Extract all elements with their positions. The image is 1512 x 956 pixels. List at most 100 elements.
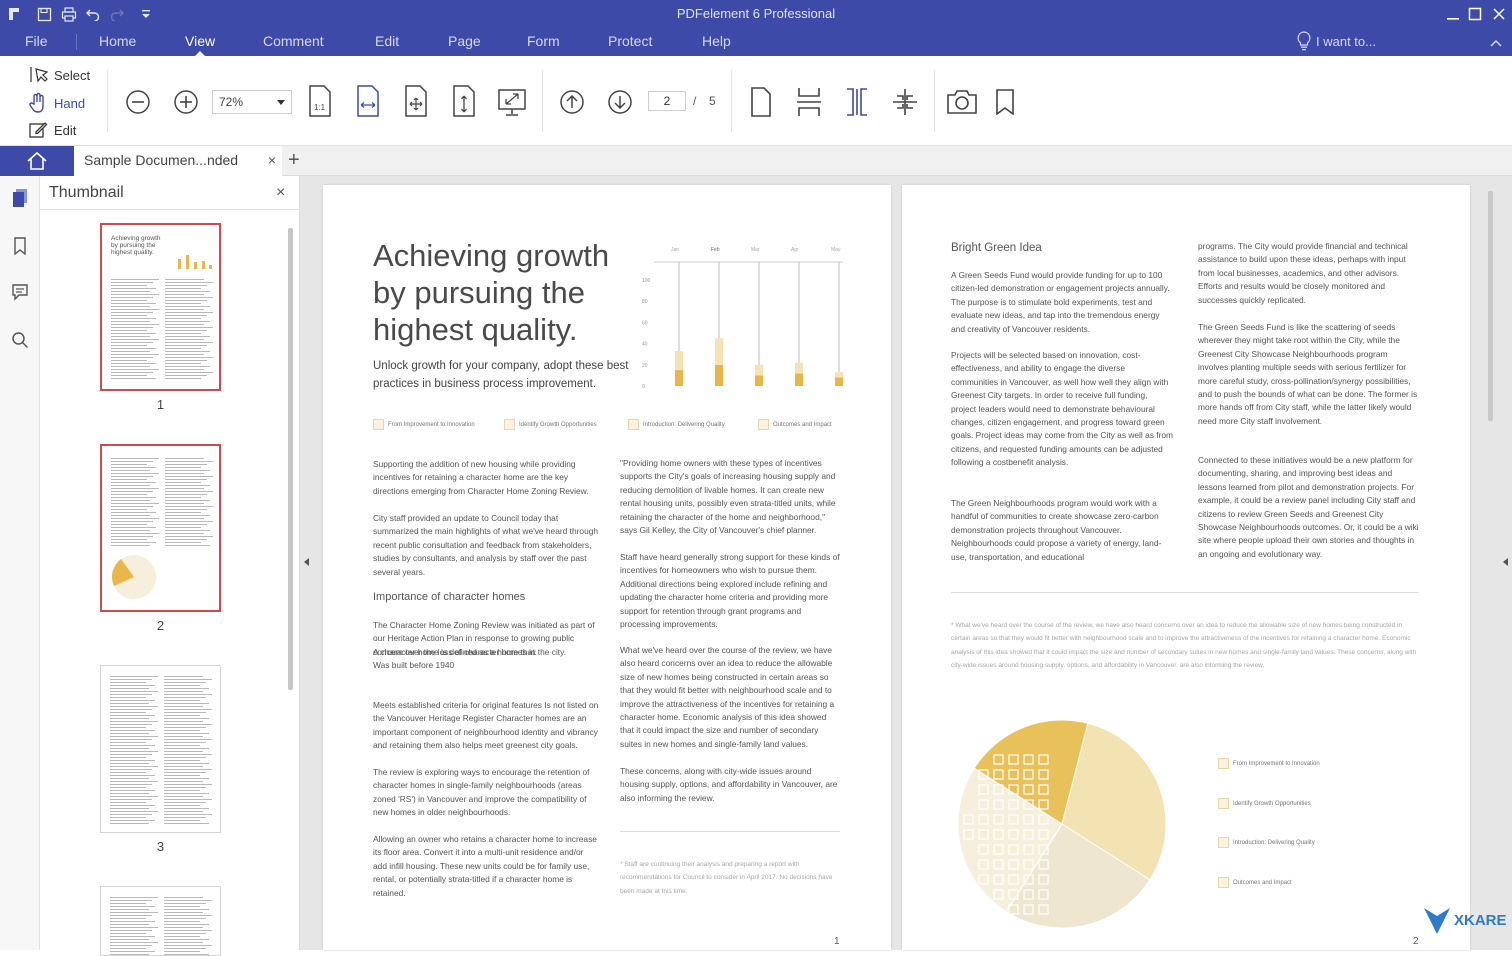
zoom-value: 72% <box>219 95 244 109</box>
thumbnail-text-line <box>164 781 203 782</box>
menu-edit[interactable]: Edit <box>375 33 399 49</box>
full-screen-icon[interactable] <box>496 86 528 118</box>
document-scrollbar[interactable] <box>1488 191 1493 421</box>
thumbnail-text-line <box>165 509 207 510</box>
page-thumbnail-3[interactable] <box>100 665 221 833</box>
menu-file[interactable]: File <box>25 33 48 49</box>
split-view-icon[interactable] <box>890 86 920 118</box>
comments-panel-icon[interactable] <box>10 282 30 302</box>
thumbnail-text-line <box>111 339 159 340</box>
thumbnail-text-line <box>111 494 147 495</box>
thumbnail-text-line <box>110 679 152 680</box>
maximize-icon[interactable] <box>1464 4 1486 24</box>
legend-marker-icon <box>1218 798 1229 809</box>
thumbnail-text-line <box>165 512 201 513</box>
thumbnail-text-line <box>111 285 147 286</box>
menu-help[interactable]: Help <box>702 33 731 49</box>
thumbnail-text-line <box>110 954 149 955</box>
thumbnail-text-line <box>110 820 155 821</box>
thumbnail-text-line <box>110 697 146 698</box>
i-want-to-search[interactable]: I want to... <box>1296 31 1376 51</box>
thumbnail-text-line <box>164 903 206 904</box>
close-window-icon[interactable] <box>1488 4 1510 24</box>
snapshot-icon[interactable] <box>945 88 979 116</box>
menu-comment[interactable]: Comment <box>263 33 324 49</box>
thumbnail-text-line <box>164 802 206 803</box>
minimize-icon[interactable] <box>1442 4 1464 24</box>
thumbnail-text-line <box>164 691 203 692</box>
thumbnail-text-line <box>164 915 212 916</box>
thumbnail-text-line <box>110 727 146 728</box>
next-page-icon[interactable] <box>606 88 634 116</box>
hand-tool[interactable]: Hand <box>28 92 85 114</box>
fit-height-icon[interactable] <box>450 84 478 118</box>
two-page-icon[interactable] <box>842 86 872 118</box>
thumbnail-scrollbar[interactable] <box>288 228 293 690</box>
fit-width-icon[interactable] <box>354 84 382 118</box>
page-thumbnail-4[interactable] <box>100 886 221 956</box>
page2-legend-item: Outcomes and Impact <box>1218 877 1292 888</box>
thumbnail-text-line <box>110 808 149 809</box>
thumbnail-text-line <box>110 730 155 731</box>
menu-protect[interactable]: Protect <box>608 33 652 49</box>
expand-right-panel-arrow-icon[interactable] <box>1503 558 1508 566</box>
thumbnail-text-line <box>111 291 150 292</box>
thumbnail-text-line <box>110 912 158 913</box>
page2-note: * What we've heard over the course of th… <box>951 622 1417 670</box>
bookmarks-panel-icon[interactable] <box>10 236 30 256</box>
menu-form[interactable]: Form <box>527 33 560 49</box>
page-thumbnail-2[interactable] <box>100 444 221 612</box>
thumbnail-text-line <box>111 515 150 516</box>
thumbnail-text-line <box>164 897 203 898</box>
bar-chart-y-tick: 20 <box>642 363 648 369</box>
thumbnail-text-line <box>111 378 156 379</box>
thumbnail-text-line <box>165 354 204 355</box>
thumbnail-panel-icon[interactable] <box>10 188 30 208</box>
thumbnail-text-line <box>110 757 146 758</box>
thumbnail-text-line <box>111 485 150 486</box>
thumbnail-text-line <box>164 736 203 737</box>
thumbnail-text-line <box>111 506 153 507</box>
fit-page-icon[interactable] <box>402 84 430 118</box>
document-viewer[interactable]: Achieving growth by pursuing the highest… <box>300 176 1512 950</box>
svg-text:1:1: 1:1 <box>314 103 326 112</box>
zoom-select[interactable]: 72% <box>212 90 292 114</box>
thumbnail-text-line <box>111 345 147 346</box>
page2-legend-label: From Improvement to Innovation <box>1233 760 1320 767</box>
document-tab[interactable]: Sample Documen...nded × <box>74 146 282 176</box>
search-panel-icon[interactable] <box>10 330 30 350</box>
thumbnail-text-line <box>164 766 203 767</box>
close-tab-icon[interactable]: × <box>268 152 276 168</box>
i-want-to-label: I want to... <box>1316 33 1376 49</box>
zoom-out-icon[interactable] <box>124 88 152 116</box>
menu-view[interactable]: View <box>185 33 215 56</box>
actual-size-icon[interactable]: 1:1 <box>306 84 334 118</box>
menu-page[interactable]: Page <box>448 33 481 49</box>
menu-divider <box>76 34 77 50</box>
home-tab[interactable] <box>0 146 74 176</box>
thumbnail-text-line <box>111 503 159 504</box>
close-thumbnail-panel-icon[interactable]: × <box>276 184 285 202</box>
thumbnail-text-line <box>164 733 209 734</box>
bookmark-icon[interactable] <box>992 88 1018 116</box>
previous-page-icon[interactable] <box>558 88 586 116</box>
thumbnail-text-line <box>165 533 204 534</box>
edit-tool[interactable]: Edit <box>28 120 76 140</box>
page-thumbnail-1[interactable]: Achieving growth by pursuing the highest… <box>100 223 221 391</box>
new-tab-button[interactable]: + <box>288 149 300 172</box>
thumbnail-text-line <box>164 912 203 913</box>
select-tool[interactable]: Select <box>28 65 90 85</box>
thumbnail-text-line <box>110 817 146 818</box>
collapse-ribbon-icon[interactable] <box>1490 35 1502 51</box>
thumbnail-text-line <box>165 464 207 465</box>
thumbnail-text-line <box>165 300 207 301</box>
single-page-icon[interactable] <box>748 86 774 118</box>
thumbnail-text-line <box>164 709 212 710</box>
menu-home[interactable]: Home <box>99 33 136 49</box>
thumbnail-text-line <box>111 342 153 343</box>
zoom-in-icon[interactable] <box>172 88 200 116</box>
thumbnail-3-number: 3 <box>156 839 165 854</box>
page-number-input[interactable]: 2 <box>648 91 686 111</box>
continuous-page-icon[interactable] <box>794 86 824 118</box>
collapse-panel-arrow-icon[interactable] <box>304 558 309 566</box>
